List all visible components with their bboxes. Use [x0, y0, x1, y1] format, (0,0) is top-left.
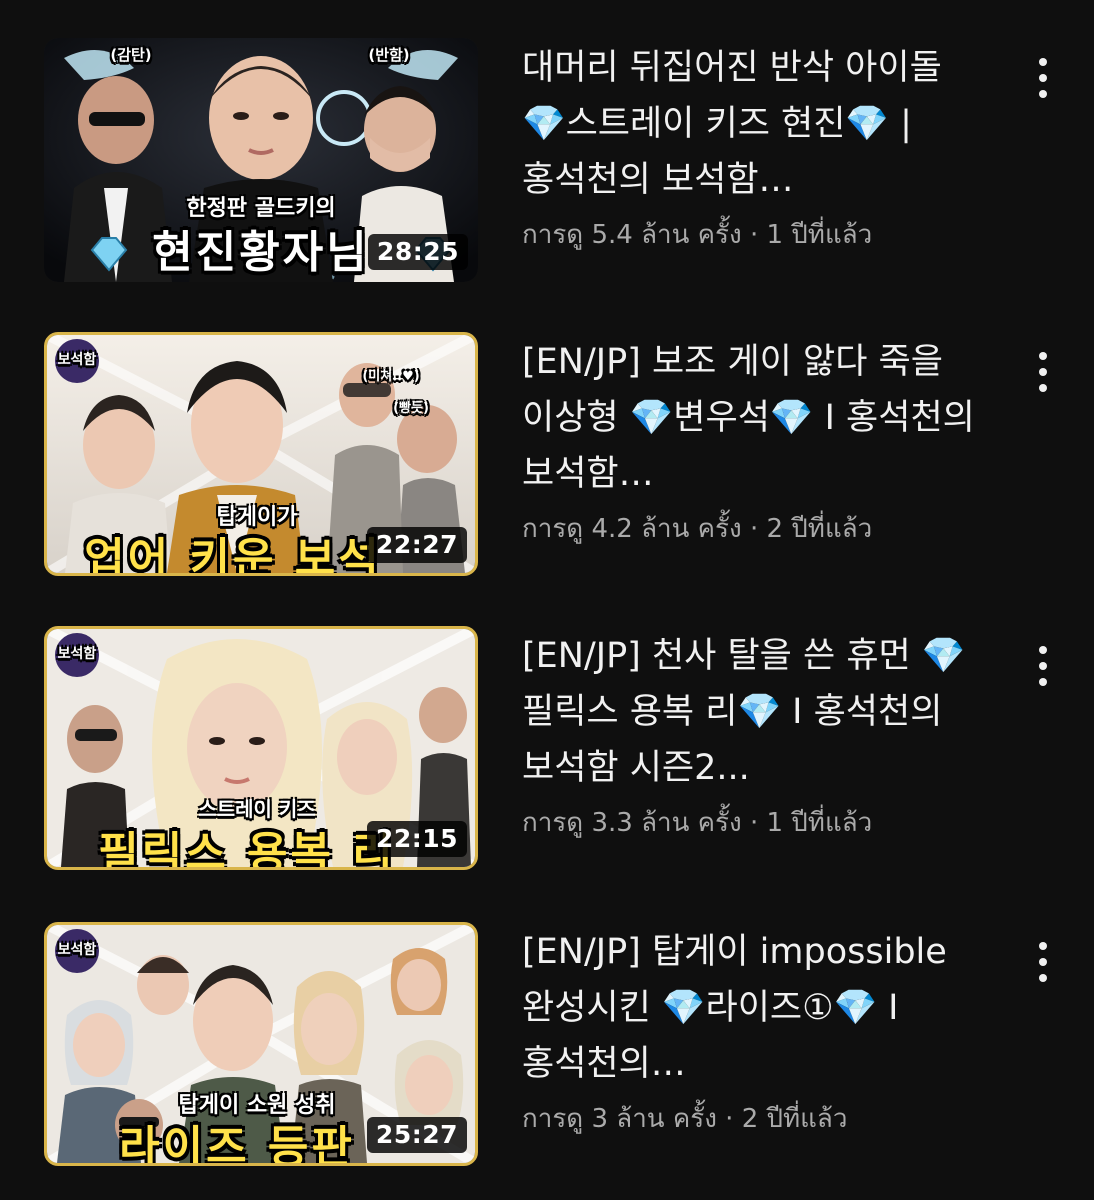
video-duration-badge: 28:25 — [367, 234, 468, 270]
upload-age: 2 ปีที่แล้ว — [741, 1104, 848, 1134]
video-thumbnail[interactable]: (감탄) (반함) 한정판 골드키의 현진황자님 28:25 — [44, 38, 478, 282]
video-info: 대머리 뒤집어진 반삭 아이돌 💎스트레이 키즈 현진💎 | 홍석천의 보석함…… — [522, 40, 992, 255]
video-info: [EN/JP] 탑게이 impossible 완성시킨 💎라이즈①💎 I 홍석천… — [522, 924, 992, 1139]
view-count: การดู 4.2 ล้าน ครั้ง — [522, 514, 742, 544]
view-count: การดู 3.3 ล้าน ครั้ง — [522, 808, 742, 838]
upload-age: 1 ปีที่แล้ว — [766, 220, 873, 250]
video-item[interactable]: 보석함 (미쳐..♥) (빵듯) 탑게이가 업어 키운 보석 22:27 [EN… — [0, 332, 1094, 582]
video-info: [EN/JP] 보조 게이 앓다 죽을 이상형 💎변우석💎 I 홍석천의 보석함… — [522, 334, 992, 549]
video-title[interactable]: [EN/JP] 보조 게이 앓다 죽을 이상형 💎변우석💎 I 홍석천의 보석함… — [522, 334, 992, 502]
meta-separator: · — [725, 1104, 734, 1134]
meta-separator: · — [749, 514, 759, 544]
video-title[interactable]: [EN/JP] 탑게이 impossible 완성시킨 💎라이즈①💎 I 홍석천… — [522, 924, 992, 1092]
video-meta: การดู 5.4 ล้าน ครั้ง · 1 ปีที่แล้ว — [522, 214, 992, 255]
view-count: การดู 3 ล้าน ครั้ง — [522, 1104, 717, 1134]
video-duration-badge: 25:27 — [366, 1117, 467, 1153]
video-thumbnail[interactable]: 보석함 (미쳐..♥) (빵듯) 탑게이가 업어 키운 보석 22:27 — [44, 332, 478, 576]
meta-separator: · — [749, 220, 759, 250]
video-item[interactable]: 보석함 스트레이 키즈 필릭스 용복 리 22:15 [EN/JP] 천사 탈을… — [0, 626, 1094, 876]
video-item[interactable]: (감탄) (반함) 한정판 골드키의 현진황자님 28:25 대머리 뒤집어진 … — [0, 38, 1094, 288]
video-list: (감탄) (반함) 한정판 골드키의 현진황자님 28:25 대머리 뒤집어진 … — [0, 0, 1094, 1200]
thumbnail-logo: 보석함 — [57, 942, 97, 958]
thumbnail-logo: 보석함 — [57, 646, 97, 662]
upload-age: 2 ปีที่แล้ว — [766, 514, 873, 544]
more-vert-icon[interactable] — [1026, 636, 1062, 696]
thumbnail-label-right: (빵듯) — [393, 401, 429, 416]
video-thumbnail[interactable]: 보석함 스트레이 키즈 필릭스 용복 리 22:15 — [44, 626, 478, 870]
more-vert-icon[interactable] — [1026, 48, 1062, 108]
meta-separator: · — [749, 808, 759, 838]
video-duration-badge: 22:27 — [366, 527, 467, 563]
thumbnail-label-right: (반함) — [368, 46, 410, 64]
more-vert-icon[interactable] — [1026, 932, 1062, 992]
thumbnail-label-left: (미쳐..♥) — [362, 369, 420, 384]
video-meta: การดู 3.3 ล้าน ครั้ง · 1 ปีที่แล้ว — [522, 802, 992, 843]
video-title[interactable]: 대머리 뒤집어진 반삭 아이돌 💎스트레이 키즈 현진💎 | 홍석천의 보석함… — [522, 40, 992, 208]
upload-age: 1 ปีที่แล้ว — [766, 808, 873, 838]
video-item[interactable]: 보석함 탑게이 소원 성취 라이즈 등판 25:27 [EN/JP] 탑게이 i… — [0, 922, 1094, 1172]
video-info: [EN/JP] 천사 탈을 쓴 휴먼 💎필릭스 용복 리💎 I 홍석천의 보석함… — [522, 628, 992, 843]
video-title[interactable]: [EN/JP] 천사 탈을 쓴 휴먼 💎필릭스 용복 리💎 I 홍석천의 보석함… — [522, 628, 992, 796]
video-duration-badge: 22:15 — [366, 821, 467, 857]
video-thumbnail[interactable]: 보석함 탑게이 소원 성취 라이즈 등판 25:27 — [44, 922, 478, 1166]
view-count: การดู 5.4 ล้าน ครั้ง — [522, 220, 742, 250]
video-meta: การดู 4.2 ล้าน ครั้ง · 2 ปีที่แล้ว — [522, 508, 992, 549]
video-meta: การดู 3 ล้าน ครั้ง · 2 ปีที่แล้ว — [522, 1098, 992, 1139]
more-vert-icon[interactable] — [1026, 342, 1062, 402]
